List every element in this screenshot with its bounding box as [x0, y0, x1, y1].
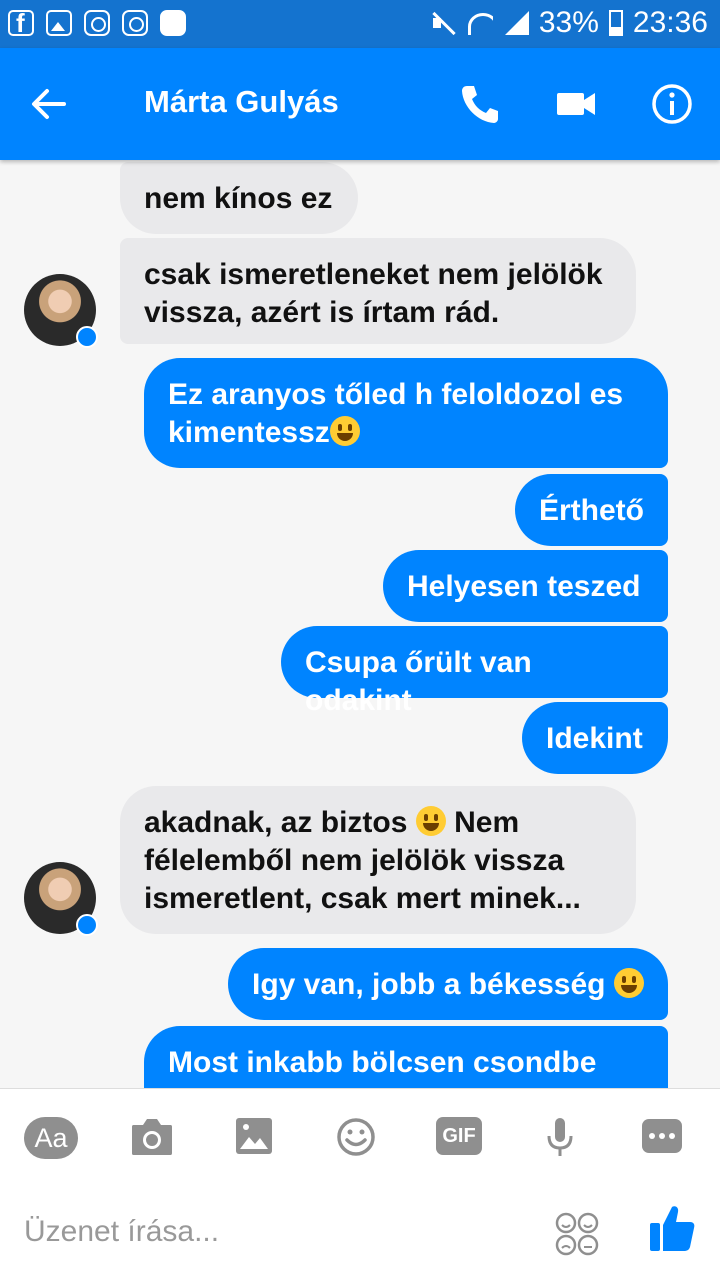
phone-icon[interactable]: [458, 82, 502, 126]
text-style-icon[interactable]: Aa: [24, 1117, 78, 1159]
stickers-icon[interactable]: [554, 1211, 600, 1257]
battery-icon: [608, 10, 623, 36]
message-thread[interactable]: nem kínos ez csak ismeretleneket nem jel…: [0, 160, 720, 1088]
messenger-badge-icon: [76, 326, 98, 348]
message-bubble-incoming[interactable]: nem kínos ez: [120, 162, 358, 234]
grinning-emoji-icon: [329, 416, 360, 446]
conversation-header: Márta Gulyás: [0, 48, 720, 160]
gallery-icon: [46, 10, 72, 36]
messenger-badge-icon: [76, 914, 98, 936]
image-icon[interactable]: [226, 1117, 282, 1157]
video-icon[interactable]: [554, 82, 598, 126]
emoji-icon[interactable]: [328, 1117, 384, 1157]
wifi-icon: [467, 11, 493, 35]
like-icon[interactable]: [648, 1203, 696, 1253]
mute-icon: [431, 11, 457, 35]
contact-avatar[interactable]: [24, 274, 98, 348]
microphone-icon[interactable]: [532, 1117, 588, 1157]
signal-icon: [503, 11, 529, 35]
message-bubble-outgoing[interactable]: Idekint: [522, 702, 668, 774]
message-bubble-incoming[interactable]: akadnak, az biztos Nem félelemből nem je…: [120, 786, 636, 934]
composer: Aa GIF Üzenet írása...: [0, 1088, 720, 1280]
facebook-icon: [8, 8, 34, 39]
grinning-emoji-icon: [613, 968, 644, 998]
more-icon[interactable]: [642, 1119, 682, 1153]
camera-icon[interactable]: [124, 1117, 180, 1157]
grinning-emoji-icon: [415, 806, 446, 836]
message-bubble-outgoing[interactable]: Érthető: [515, 474, 668, 546]
instagram-icon: [84, 10, 110, 36]
gif-icon[interactable]: GIF: [436, 1117, 482, 1155]
galaxy-app-icon: [160, 10, 186, 36]
message-bubble-incoming[interactable]: csak ismeretleneket nem jelölök vissza, …: [120, 238, 636, 344]
clock: 23:36: [632, 6, 708, 39]
message-bubble-outgoing[interactable]: Helyesen teszed: [383, 550, 668, 622]
status-bar: 33% 23:36: [0, 0, 720, 48]
message-bubble-outgoing[interactable]: Most inkabb bölcsen csondbe: [144, 1026, 668, 1088]
contact-name[interactable]: Márta Gulyás: [144, 84, 339, 120]
contact-avatar[interactable]: [24, 862, 98, 936]
message-bubble-outgoing[interactable]: Ez aranyos tőled h feloldozol es kimente…: [144, 358, 668, 468]
message-input[interactable]: Üzenet írása...: [24, 1215, 219, 1249]
message-bubble-outgoing[interactable]: Csupa őrült van odakint: [281, 626, 668, 717]
message-bubble-outgoing[interactable]: Igy van, jobb a békesség: [228, 948, 668, 1020]
instagram-icon: [122, 10, 148, 36]
info-icon[interactable]: [650, 82, 694, 126]
battery-percent: 33%: [538, 6, 599, 39]
back-arrow-icon[interactable]: [30, 86, 66, 122]
